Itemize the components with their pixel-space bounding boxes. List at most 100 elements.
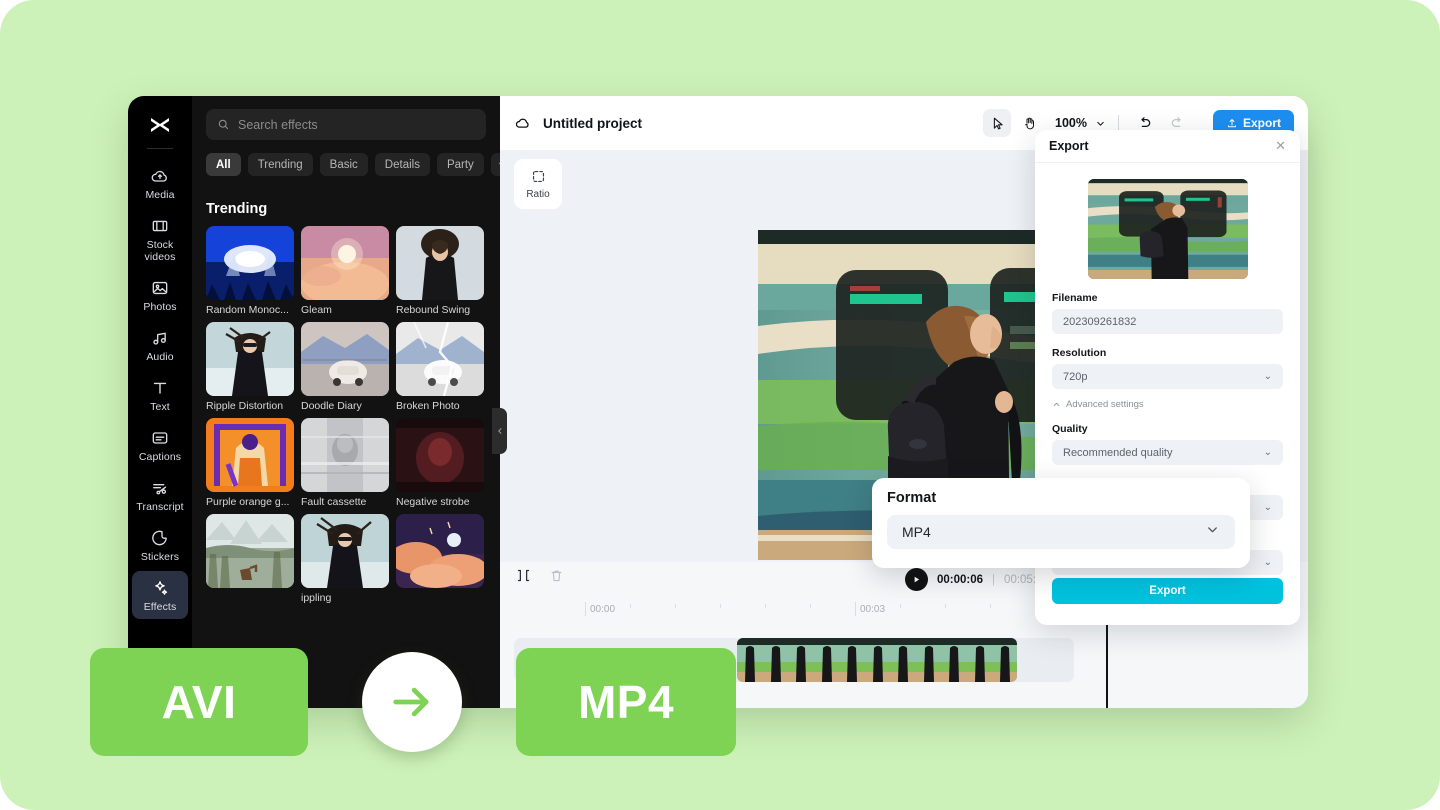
sidebar-item-label: Media bbox=[145, 189, 174, 201]
effect-card[interactable]: Broken Photo bbox=[396, 322, 484, 412]
sidebar-item-media[interactable]: Media bbox=[132, 159, 188, 207]
film-strip-icon bbox=[150, 216, 170, 236]
effects-filter-chips: All Trending Basic Details Party bbox=[206, 153, 500, 176]
clip-frame bbox=[763, 638, 789, 682]
sidebar-item-audio[interactable]: Audio bbox=[132, 321, 188, 369]
select-tool-button[interactable] bbox=[983, 109, 1011, 137]
cursor-arrow-icon bbox=[990, 116, 1005, 131]
export-confirm-button[interactable]: Export bbox=[1052, 578, 1283, 604]
clip-frame bbox=[967, 638, 993, 682]
panel-collapse-toggle[interactable] bbox=[492, 408, 507, 454]
split-clip-icon[interactable] bbox=[516, 568, 531, 583]
effect-card[interactable]: Rebound Swing bbox=[396, 226, 484, 316]
chip-trending[interactable]: Trending bbox=[248, 153, 313, 176]
effect-card[interactable] bbox=[206, 514, 294, 604]
text-t-icon bbox=[150, 378, 170, 398]
chevron-down-icon: ⌄ bbox=[1264, 502, 1272, 513]
effect-card[interactable] bbox=[396, 514, 484, 604]
effect-thumbnail bbox=[396, 514, 484, 588]
sidebar-item-photos[interactable]: Photos bbox=[132, 271, 188, 319]
toolbar-divider bbox=[1118, 115, 1119, 131]
effect-label: Broken Photo bbox=[396, 400, 484, 412]
clip-frame bbox=[890, 638, 916, 682]
effect-thumbnail bbox=[206, 226, 294, 300]
chevron-down-icon[interactable] bbox=[491, 153, 500, 176]
timeline-video-clip[interactable] bbox=[737, 638, 1017, 682]
sidebar-item-text[interactable]: Text bbox=[132, 371, 188, 419]
cloud-upload-icon bbox=[150, 166, 170, 186]
effect-thumbnail bbox=[206, 322, 294, 396]
effect-card[interactable]: Doodle Diary bbox=[301, 322, 389, 412]
chip-all[interactable]: All bbox=[206, 153, 241, 176]
effect-card[interactable]: Negative strobe bbox=[396, 418, 484, 508]
clip-frame bbox=[992, 638, 1017, 682]
sparkle-star-icon bbox=[150, 578, 170, 598]
search-icon bbox=[217, 118, 230, 131]
close-x-icon[interactable]: ✕ bbox=[1275, 138, 1286, 154]
chevron-down-icon: ⌄ bbox=[1264, 371, 1272, 382]
search-placeholder: Search effects bbox=[238, 118, 318, 132]
sidebar-item-captions[interactable]: Captions bbox=[132, 421, 188, 469]
search-input[interactable]: Search effects bbox=[206, 109, 486, 140]
filename-label: Filename bbox=[1052, 292, 1300, 304]
effect-card[interactable]: Gleam bbox=[301, 226, 389, 316]
format-popover: Format MP4 bbox=[872, 478, 1250, 568]
filename-value: 202309261832 bbox=[1063, 316, 1136, 328]
sidebar-item-stock-videos[interactable]: Stock videos bbox=[132, 209, 188, 269]
sidebar-rail: Media Stock videos Photos bbox=[128, 96, 192, 708]
quality-select[interactable]: Recommended quality ⌄ bbox=[1052, 440, 1283, 465]
cloud-icon[interactable] bbox=[514, 114, 532, 132]
effect-thumbnail bbox=[301, 226, 389, 300]
effect-label: Gleam bbox=[301, 304, 389, 316]
effect-label: Random Monoc... bbox=[206, 304, 294, 316]
effect-thumbnail bbox=[301, 322, 389, 396]
effect-card[interactable]: Fault cassette bbox=[301, 418, 389, 508]
effect-card[interactable]: Ripple Distortion bbox=[206, 322, 294, 412]
chevron-up-icon bbox=[1052, 400, 1061, 409]
effect-label: Negative strobe bbox=[396, 496, 484, 508]
chevron-left-icon bbox=[496, 425, 504, 437]
clip-frame bbox=[941, 638, 967, 682]
arrow-right-icon bbox=[386, 676, 438, 728]
advanced-settings-label: Advanced settings bbox=[1066, 399, 1144, 410]
timeline-playback: 00:00:06 | 00:05: bbox=[905, 568, 1036, 591]
chevron-down-icon: ⌄ bbox=[1264, 557, 1272, 568]
sidebar-item-label: Stickers bbox=[141, 551, 179, 563]
crop-frame-icon bbox=[530, 168, 547, 185]
clip-frame bbox=[737, 638, 763, 682]
chevron-down-icon[interactable] bbox=[1095, 118, 1106, 129]
chip-details[interactable]: Details bbox=[375, 153, 430, 176]
play-button[interactable] bbox=[905, 568, 928, 591]
transcript-icon bbox=[150, 478, 170, 498]
sidebar-item-label: Captions bbox=[139, 451, 181, 463]
trash-icon[interactable] bbox=[549, 568, 564, 583]
sidebar-item-stickers[interactable]: Stickers bbox=[132, 521, 188, 569]
sidebar-item-transcript[interactable]: Transcript bbox=[132, 471, 188, 519]
captions-icon bbox=[150, 428, 170, 448]
effect-card[interactable]: Purple orange g... bbox=[206, 418, 294, 508]
rail-divider bbox=[147, 148, 173, 149]
advanced-settings-toggle[interactable]: Advanced settings bbox=[1052, 399, 1300, 410]
chip-basic[interactable]: Basic bbox=[320, 153, 368, 176]
sidebar-item-label: Effects bbox=[144, 601, 177, 613]
resolution-label: Resolution bbox=[1052, 347, 1300, 359]
filename-input[interactable]: 202309261832 bbox=[1052, 309, 1283, 334]
effects-panel: Search effects All Trending Basic Detail… bbox=[192, 96, 500, 708]
effect-thumbnail bbox=[396, 322, 484, 396]
effect-thumbnail bbox=[396, 226, 484, 300]
effect-card[interactable]: ippling bbox=[301, 514, 389, 604]
zoom-level-value[interactable]: 100% bbox=[1055, 116, 1087, 130]
clip-frame bbox=[788, 638, 814, 682]
effect-card[interactable]: Random Monoc... bbox=[206, 226, 294, 316]
effect-label: Purple orange g... bbox=[206, 496, 294, 508]
resolution-select[interactable]: 720p ⌄ bbox=[1052, 364, 1283, 389]
project-title[interactable]: Untitled project bbox=[543, 116, 642, 131]
chip-party[interactable]: Party bbox=[437, 153, 484, 176]
undo-arrow-icon bbox=[1137, 115, 1153, 131]
capcut-logo-icon[interactable] bbox=[143, 108, 177, 142]
sidebar-item-effects[interactable]: Effects bbox=[132, 571, 188, 619]
clip-frame bbox=[814, 638, 840, 682]
export-panel-title: Export bbox=[1049, 139, 1089, 153]
format-popover-select[interactable]: MP4 bbox=[887, 515, 1235, 549]
ratio-button[interactable]: Ratio bbox=[514, 159, 562, 209]
